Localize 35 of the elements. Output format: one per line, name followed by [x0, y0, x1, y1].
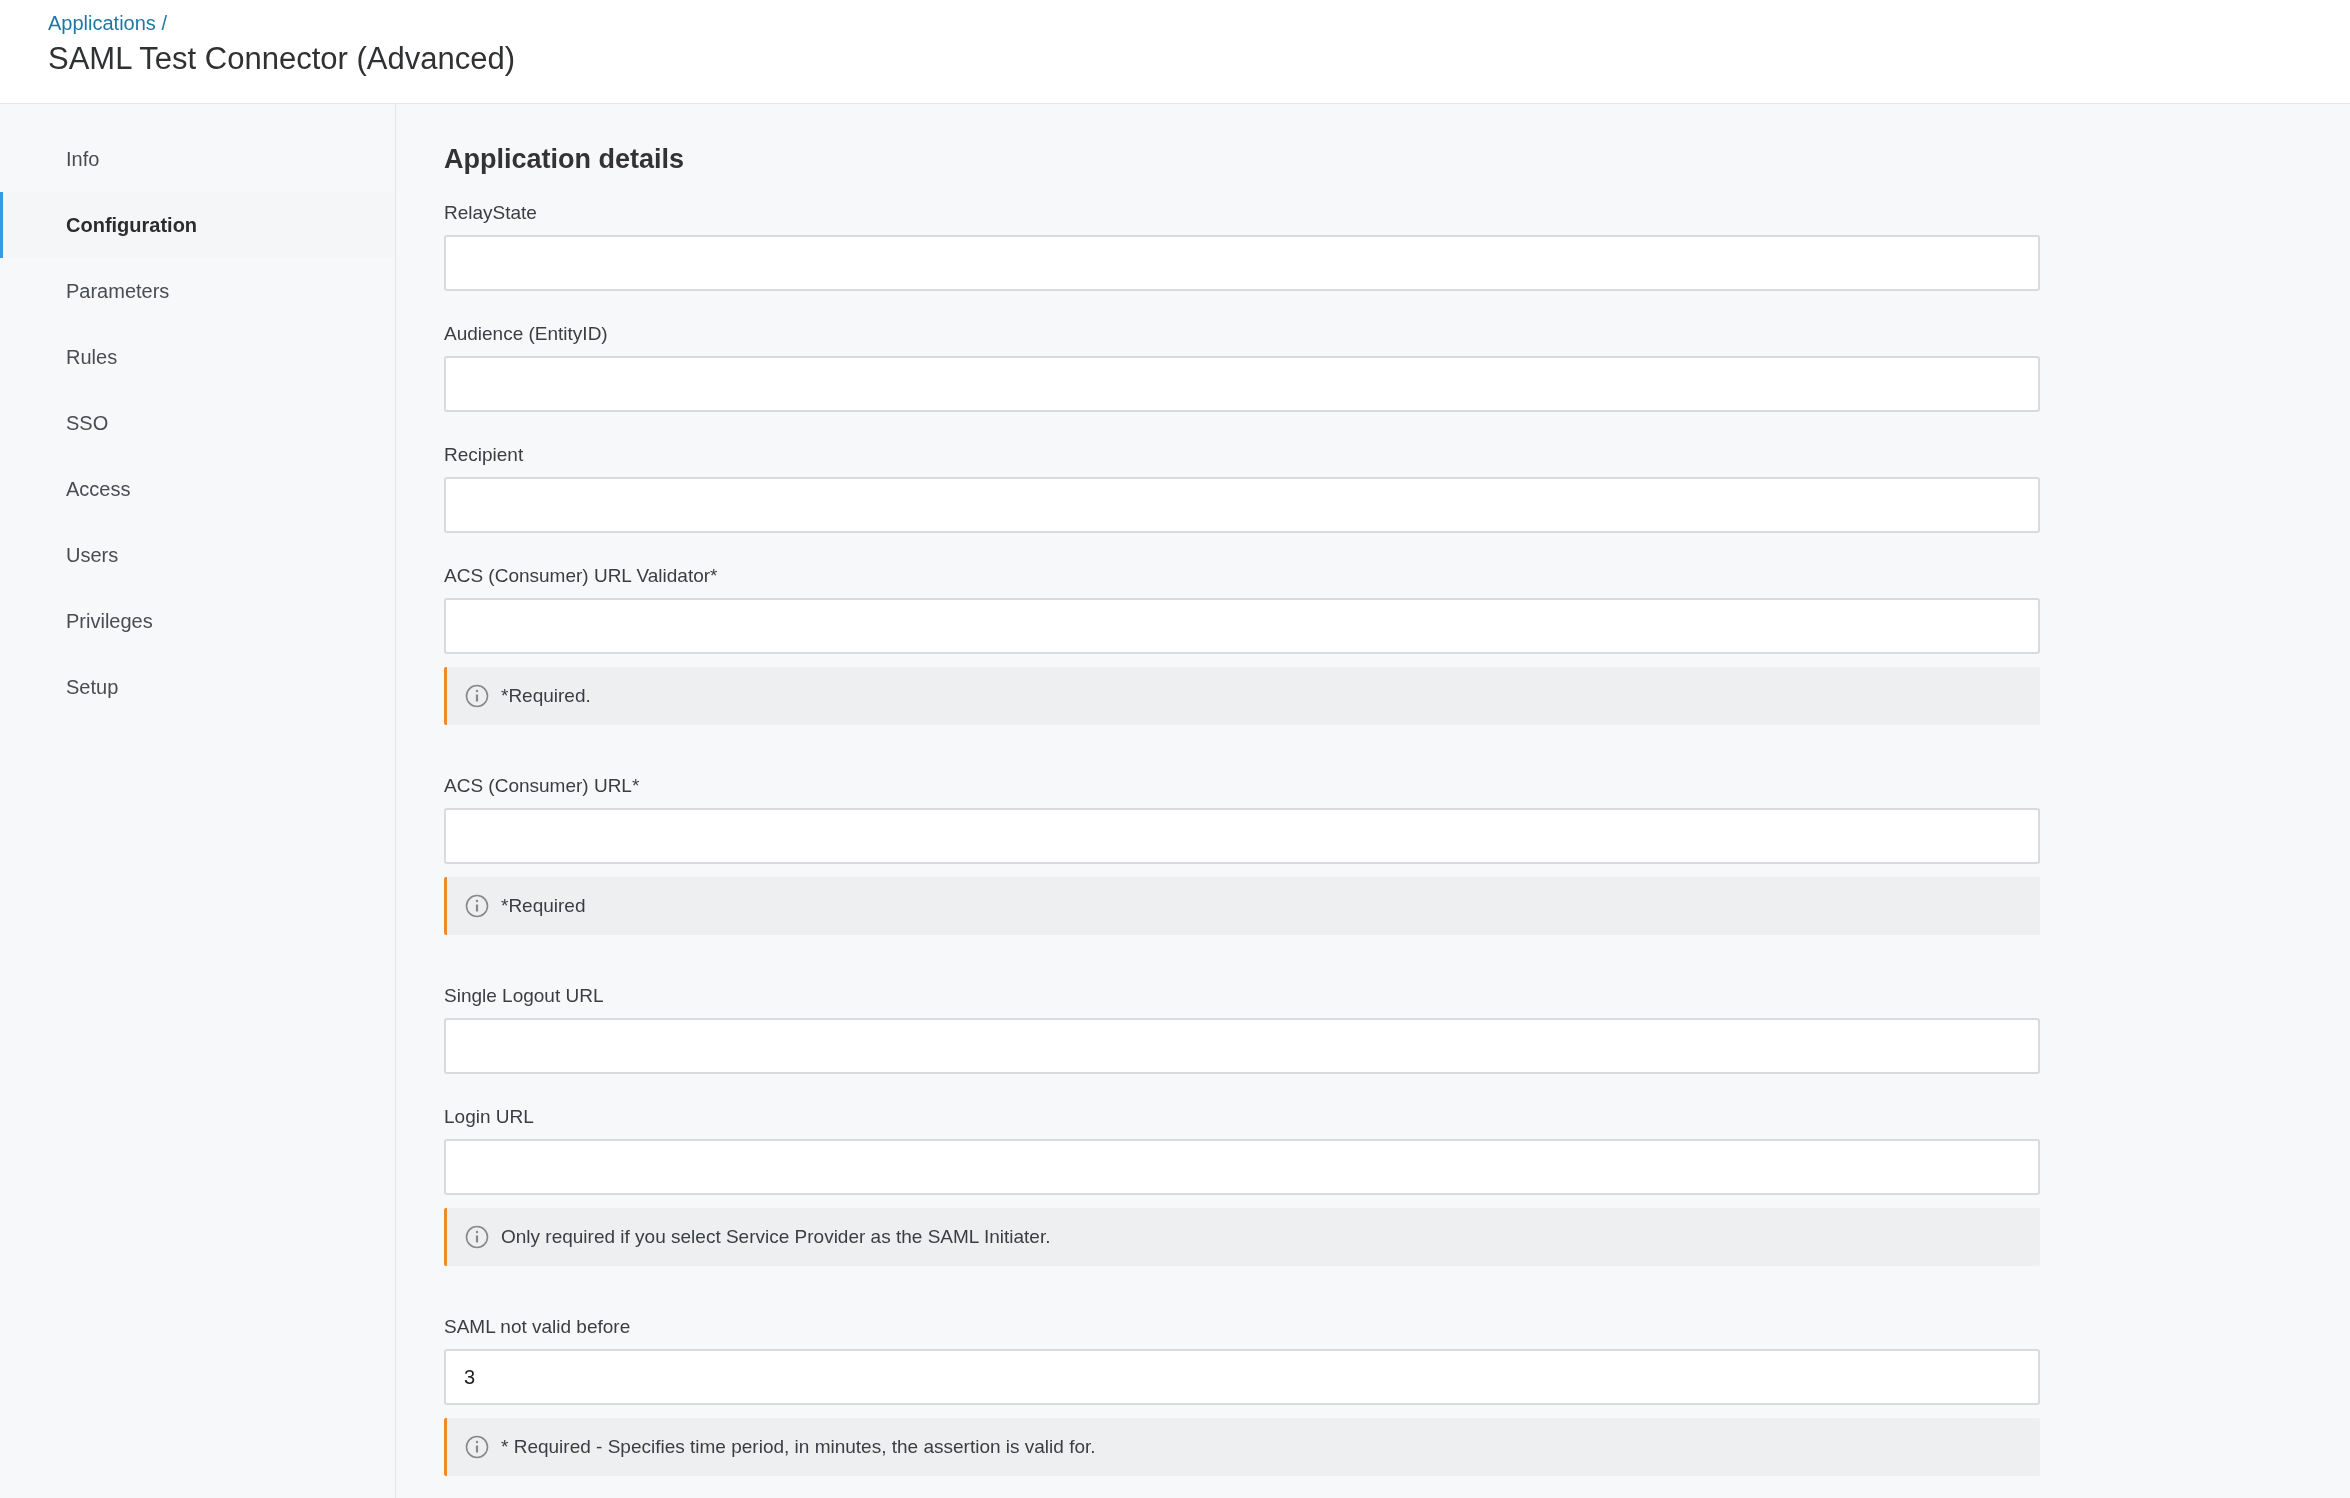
sidebar-item[interactable]: Parameters: [0, 258, 395, 324]
field-label: RelayState: [444, 202, 537, 224]
breadcrumb-link[interactable]: Applications /: [48, 12, 167, 35]
info-icon: [465, 684, 489, 708]
info-icon: [465, 1435, 489, 1459]
sidebar-item[interactable]: Users: [0, 522, 395, 588]
input-field[interactable]: [444, 1139, 2040, 1195]
input-field[interactable]: 3: [444, 1349, 2040, 1405]
input-field[interactable]: [444, 477, 2040, 533]
field-label: SAML not valid before: [444, 1316, 631, 1338]
sidebar-item[interactable]: Access: [0, 456, 395, 522]
field-label: Recipient: [444, 444, 524, 466]
hint-text: Only required if you select Service Provider as the SAML Initiater.: [501, 1226, 1051, 1248]
sidebar-item[interactable]: Setup: [0, 654, 395, 720]
input-field[interactable]: [444, 356, 2040, 412]
info-icon: [465, 894, 489, 918]
field-label: ACS (Consumer) URL*: [444, 775, 640, 797]
page-title: SAML Test Connector (Advanced): [48, 41, 515, 77]
input-field[interactable]: [444, 808, 2040, 864]
input-field[interactable]: [444, 235, 2040, 291]
sidebar-item[interactable]: Rules: [0, 324, 395, 390]
input-field[interactable]: [444, 1018, 2040, 1074]
field-label: Single Logout URL: [444, 985, 604, 1007]
sidebar-item[interactable]: SSO: [0, 390, 395, 456]
field-label: Audience (EntityID): [444, 323, 608, 345]
hint-text: * Required - Specifies time period, in minutes, the assertion is valid for.: [501, 1436, 1096, 1458]
section-heading: Application details: [444, 144, 686, 176]
field-label: ACS (Consumer) URL Validator*: [444, 565, 718, 587]
sidebar-item[interactable]: Info: [0, 126, 395, 192]
sidebar-item[interactable]: Privileges: [0, 588, 395, 654]
hint-text: *Required.: [501, 685, 591, 707]
input-field[interactable]: [444, 598, 2040, 654]
field-label: Login URL: [444, 1106, 534, 1128]
hint-text: *Required: [501, 895, 586, 917]
info-icon: [465, 1225, 489, 1249]
